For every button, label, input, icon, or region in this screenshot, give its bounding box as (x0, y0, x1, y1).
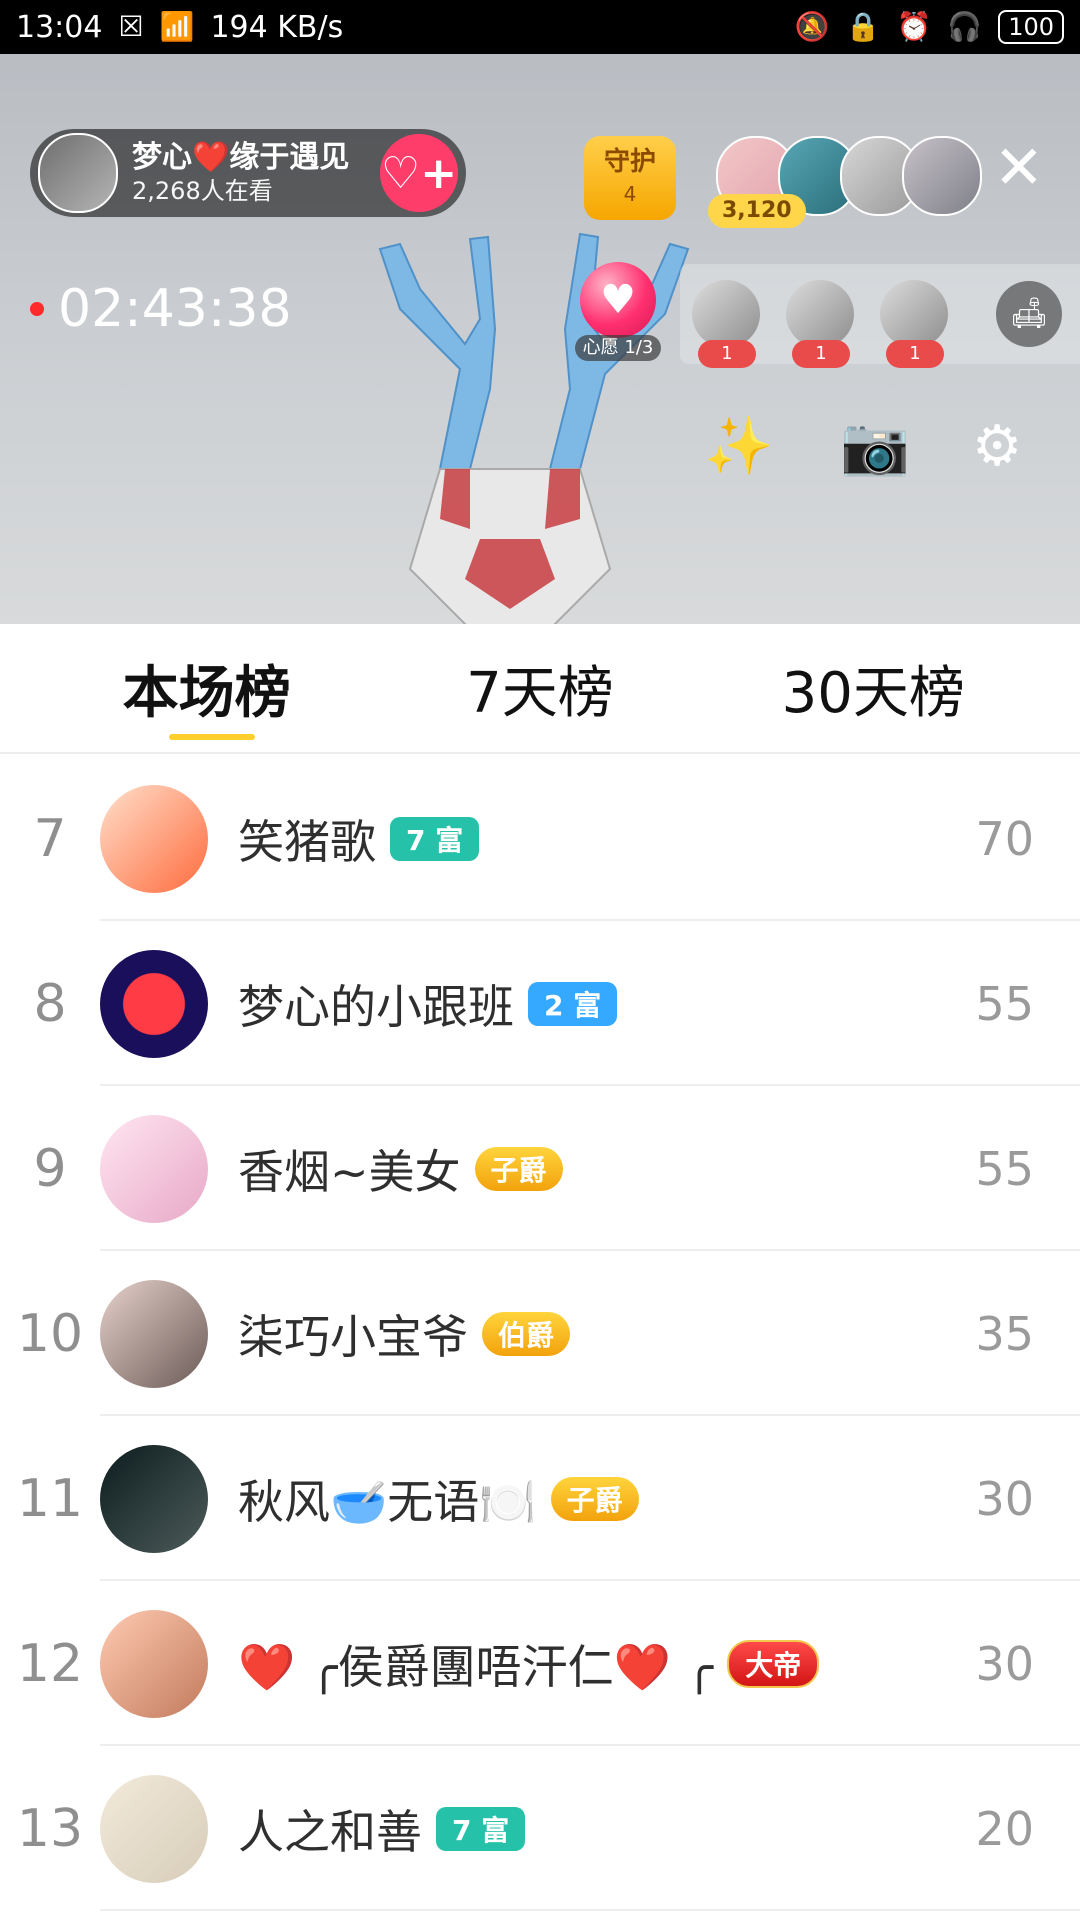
mute-icon: 🔕 (794, 10, 830, 43)
lock-icon: 🔒 (845, 10, 881, 43)
user-name: 笑猪歌 (238, 814, 376, 869)
rank-number: 9 (33, 1138, 67, 1199)
score: 55 (975, 976, 1034, 1031)
noble-badge: 伯爵 (482, 1311, 571, 1356)
user-name: 人之和善 (238, 1804, 422, 1859)
rank-number: 7 (33, 808, 67, 869)
status-right: 🔕 🔒 ⏰ 🎧 100 (795, 10, 1064, 44)
user-avatar[interactable] (100, 1279, 208, 1388)
magic-wand-icon[interactable]: ✨ (704, 419, 774, 475)
rank-list[interactable]: 7 笑猪歌 7 富 70 8 梦心的小跟班 2 富 55 9 香烟~美女 子爵 … (0, 756, 1080, 1920)
sofa-icon[interactable]: 🛋 (996, 281, 1062, 347)
rank-number: 8 (33, 973, 67, 1034)
alarm-icon: ⏰ (896, 10, 932, 43)
guard-label: 守护 (603, 147, 656, 177)
user-name: 梦心的小跟班 (238, 979, 514, 1034)
tab-this-session[interactable]: 本场榜 (57, 648, 357, 740)
network-speed: 194 KB/s (210, 9, 344, 45)
noble-badge: 大帝 (727, 1639, 820, 1688)
user-name: 秋风🥣无语🍽️ (238, 1474, 537, 1529)
mic-seats[interactable]: 1 1 1 🛋 (680, 264, 1080, 368)
status-left: 13:04 ☒ 📶 194 KB/s (16, 10, 343, 45)
tab-7-days[interactable]: 7天榜 (390, 648, 690, 729)
host-meta: 梦心❤️缘于遇见 2,268人在看 (132, 140, 380, 206)
clock: 13:04 (16, 9, 103, 45)
rank-number: 10 (16, 1303, 84, 1364)
noble-badge: 子爵 (474, 1146, 563, 1191)
guard-badge[interactable]: 守护 4 (584, 136, 676, 220)
status-bar: 13:04 ☒ 📶 194 KB/s 🔕 🔒 ⏰ 🎧 100 (0, 0, 1080, 54)
user-avatar[interactable] (100, 784, 208, 893)
user-avatar[interactable] (100, 1444, 208, 1553)
rank-row[interactable]: 8 梦心的小跟班 2 富 55 (0, 921, 1080, 1086)
user-name: ❤️ ╭侯爵團唔汗仁❤️ ╭ (238, 1639, 714, 1694)
headphones-icon: 🎧 (947, 10, 983, 43)
mic-seat[interactable]: 1 (692, 280, 760, 368)
host-avatar[interactable] (38, 133, 118, 213)
score: 30 (975, 1636, 1034, 1691)
guard-count: 4 (623, 182, 637, 206)
rank-row[interactable]: 12 ❤️ ╭侯爵團唔汗仁❤️ ╭ 大帝 30 (0, 1581, 1080, 1746)
rank-row[interactable]: 11 秋风🥣无语🍽️ 子爵 30 (0, 1416, 1080, 1581)
mic-count: 1 (886, 340, 944, 368)
mic-count: 1 (698, 340, 756, 368)
user-avatar[interactable] (100, 1114, 208, 1223)
recording-dot-icon (30, 302, 44, 316)
score: 55 (975, 1141, 1034, 1196)
wish-widget[interactable]: ♥ 心愿 1/3 (568, 262, 668, 361)
follow-button[interactable]: ♡+ (380, 134, 458, 212)
live-video[interactable]: 梦心❤️缘于遇见 2,268人在看 ♡+ 守护 4 3,120 ✕ 02:43:… (0, 54, 1080, 624)
mic-seat[interactable]: 1 (786, 280, 854, 368)
mic-count: 1 (792, 340, 850, 368)
wealth-badge: 7 富 (390, 816, 480, 861)
timer-text: 02:43:38 (58, 279, 292, 339)
notification-icon: ☒ (118, 10, 144, 43)
host-card[interactable]: 梦心❤️缘于遇见 2,268人在看 ♡+ (30, 129, 466, 217)
top-viewer-avatar[interactable] (902, 136, 982, 216)
rank-row[interactable]: 10 柒巧小宝爷 伯爵 35 (0, 1251, 1080, 1416)
wealth-badge: 2 富 (528, 981, 618, 1026)
settings-gear-icon[interactable]: ⚙ (972, 419, 1022, 475)
noble-badge: 子爵 (550, 1476, 639, 1521)
user-avatar[interactable] (100, 1774, 208, 1883)
rank-row[interactable]: 9 香烟~美女 子爵 55 (0, 1086, 1080, 1251)
host-name: 梦心❤️缘于遇见 (132, 140, 350, 175)
heart-icon: ♥ (580, 262, 656, 338)
mic-seat[interactable]: 1 (880, 280, 948, 368)
battery-indicator: 100 (998, 10, 1064, 44)
score: 35 (975, 1306, 1034, 1361)
user-avatar[interactable] (100, 1609, 208, 1718)
user-name: 香烟~美女 (238, 1144, 461, 1199)
leaderboard-tabs: 本场榜 7天榜 30天榜 (0, 624, 1080, 754)
rank-row[interactable]: 7 笑猪歌 7 富 70 (0, 756, 1080, 921)
rank-number: 13 (16, 1798, 84, 1859)
live-timer: 02:43:38 (30, 279, 292, 339)
user-avatar[interactable] (100, 949, 208, 1058)
score: 30 (975, 1471, 1034, 1526)
rank-row[interactable]: 13 人之和善 7 富 20 (0, 1746, 1080, 1911)
wealth-badge: 7 富 (436, 1806, 526, 1851)
wifi-icon: 📶 (159, 10, 195, 43)
user-name: 柒巧小宝爷 (238, 1309, 468, 1364)
score: 20 (975, 1801, 1034, 1856)
score: 70 (975, 811, 1034, 866)
close-icon[interactable]: ✕ (994, 138, 1044, 198)
rank-number: 11 (16, 1468, 84, 1529)
tab-30-days[interactable]: 30天榜 (723, 648, 1023, 729)
contribution-badge[interactable]: 3,120 (708, 194, 806, 228)
camera-flip-icon[interactable]: 📷 (840, 419, 910, 475)
viewer-count: 2,268人在看 (132, 177, 273, 205)
rank-number: 12 (16, 1633, 84, 1694)
wish-label: 心愿 1/3 (574, 335, 662, 361)
